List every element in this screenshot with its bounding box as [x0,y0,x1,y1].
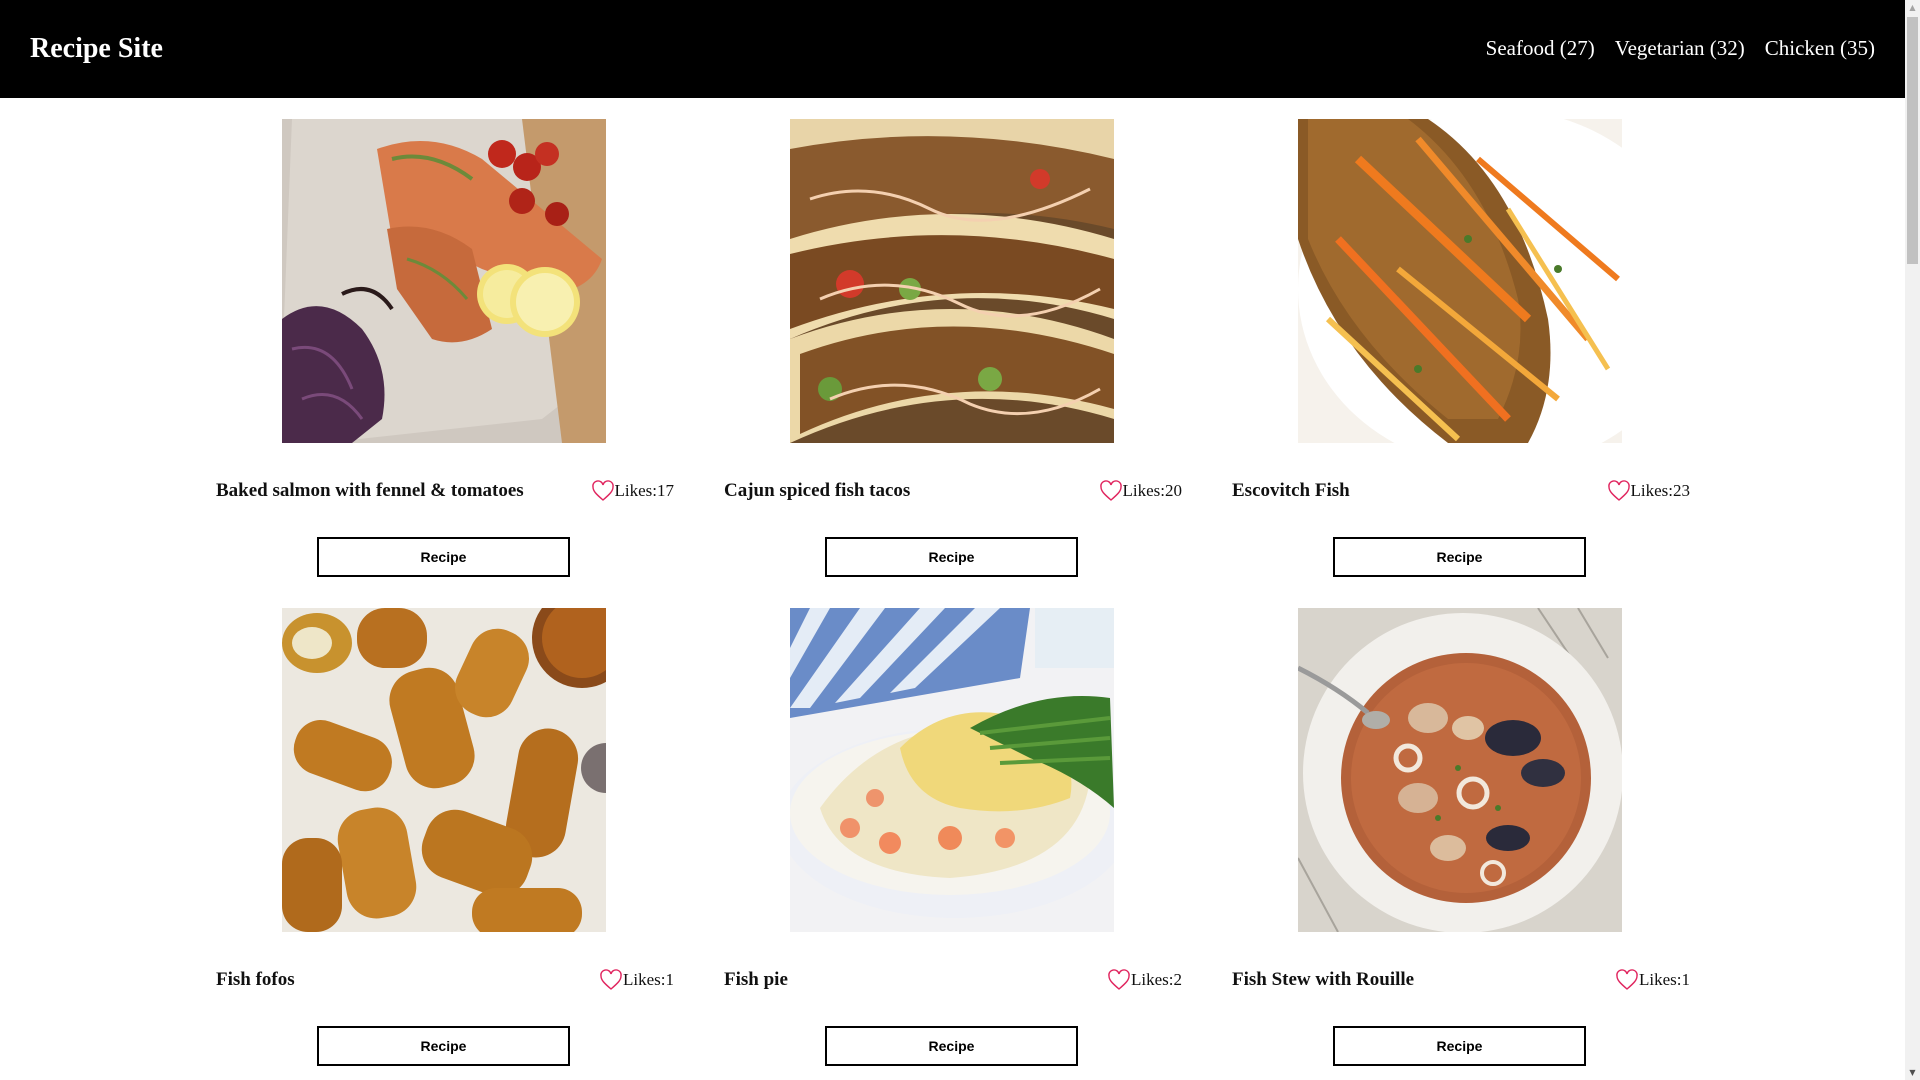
navbar: Recipe Site Seafood (27) Vegetarian (32)… [0,0,1905,98]
likes: Likes:1 [1615,967,1690,993]
nav-link-vegetarian[interactable]: Vegetarian (32) [1615,34,1745,62]
category-nav: Seafood (27) Vegetarian (32) Chicken (35… [1486,34,1875,62]
fish-pie-photo [790,608,1114,932]
recipe-card: Baked salmon with fennel & tomatoes Like… [216,119,674,579]
recipe-title: Cajun spiced fish tacos [724,480,911,501]
heart-icon[interactable] [1107,968,1131,992]
recipe-image-cajun-tacos[interactable] [790,119,1114,443]
likes: Likes:17 [591,478,675,504]
site-brand-link[interactable]: Recipe Site [30,30,163,68]
vertical-scrollbar[interactable]: ▲ ▼ [1905,0,1920,1080]
recipe-title: Baked salmon with fennel & tomatoes [216,480,524,501]
recipe-card: Escovitch Fish Likes:23 Recipe [1232,119,1690,579]
likes-count: Likes:1 [1639,970,1690,989]
recipe-card: Cajun spiced fish tacos Likes:20 Recipe [724,119,1182,579]
scrollbar-thumb[interactable] [1907,17,1918,264]
nav-link-chicken[interactable]: Chicken (35) [1765,34,1875,62]
recipe-button[interactable]: Recipe [825,537,1078,577]
heart-icon[interactable] [1607,479,1631,503]
scroll-down-arrow-icon[interactable]: ▼ [1905,1065,1920,1080]
baked-salmon-photo [282,119,606,443]
nav-link-seafood[interactable]: Seafood (27) [1486,34,1595,62]
recipe-title: Fish fofos [216,969,295,990]
likes: Likes:2 [1107,967,1182,993]
recipe-grid: Baked salmon with fennel & tomatoes Like… [216,119,1708,1068]
likes-count: Likes:20 [1122,481,1183,500]
escovitch-fish-photo [1298,119,1622,443]
likes: Likes:20 [1099,478,1183,504]
recipe-card: Fish Stew with Rouille Likes:1 Recipe [1232,608,1690,1068]
heart-icon[interactable] [1615,968,1639,992]
recipe-image-fish-fofos[interactable] [282,608,606,932]
recipe-title: Escovitch Fish [1232,480,1350,501]
likes-count: Likes:2 [1131,970,1182,989]
recipe-card: Fish pie Likes:2 Recipe [724,608,1182,1068]
heart-icon[interactable] [599,968,623,992]
recipe-card: Fish fofos Likes:1 Recipe [216,608,674,1068]
fish-stew-photo [1298,608,1622,932]
likes: Likes:1 [599,967,674,993]
likes-count: Likes:23 [1630,481,1691,500]
recipe-title: Fish pie [724,969,788,990]
likes: Likes:23 [1607,478,1691,504]
recipe-image-baked-salmon[interactable] [282,119,606,443]
recipe-title: Fish Stew with Rouille [1232,969,1415,990]
heart-icon[interactable] [1099,479,1123,503]
scroll-up-arrow-icon[interactable]: ▲ [1905,0,1920,15]
recipe-button[interactable]: Recipe [825,1026,1078,1066]
likes-count: Likes:17 [614,481,675,500]
recipe-image-fish-pie[interactable] [790,608,1114,932]
recipe-image-escovitch-fish[interactable] [1298,119,1622,443]
recipe-button[interactable]: Recipe [317,537,570,577]
recipe-button[interactable]: Recipe [317,1026,570,1066]
fish-fofos-photo [282,608,606,932]
fish-tacos-photo [790,119,1114,443]
heart-icon[interactable] [591,479,615,503]
page: Recipe Site Seafood (27) Vegetarian (32)… [0,0,1920,1080]
recipe-image-fish-stew[interactable] [1298,608,1622,932]
recipe-button[interactable]: Recipe [1333,537,1586,577]
likes-count: Likes:1 [623,970,674,989]
recipe-button[interactable]: Recipe [1333,1026,1586,1066]
